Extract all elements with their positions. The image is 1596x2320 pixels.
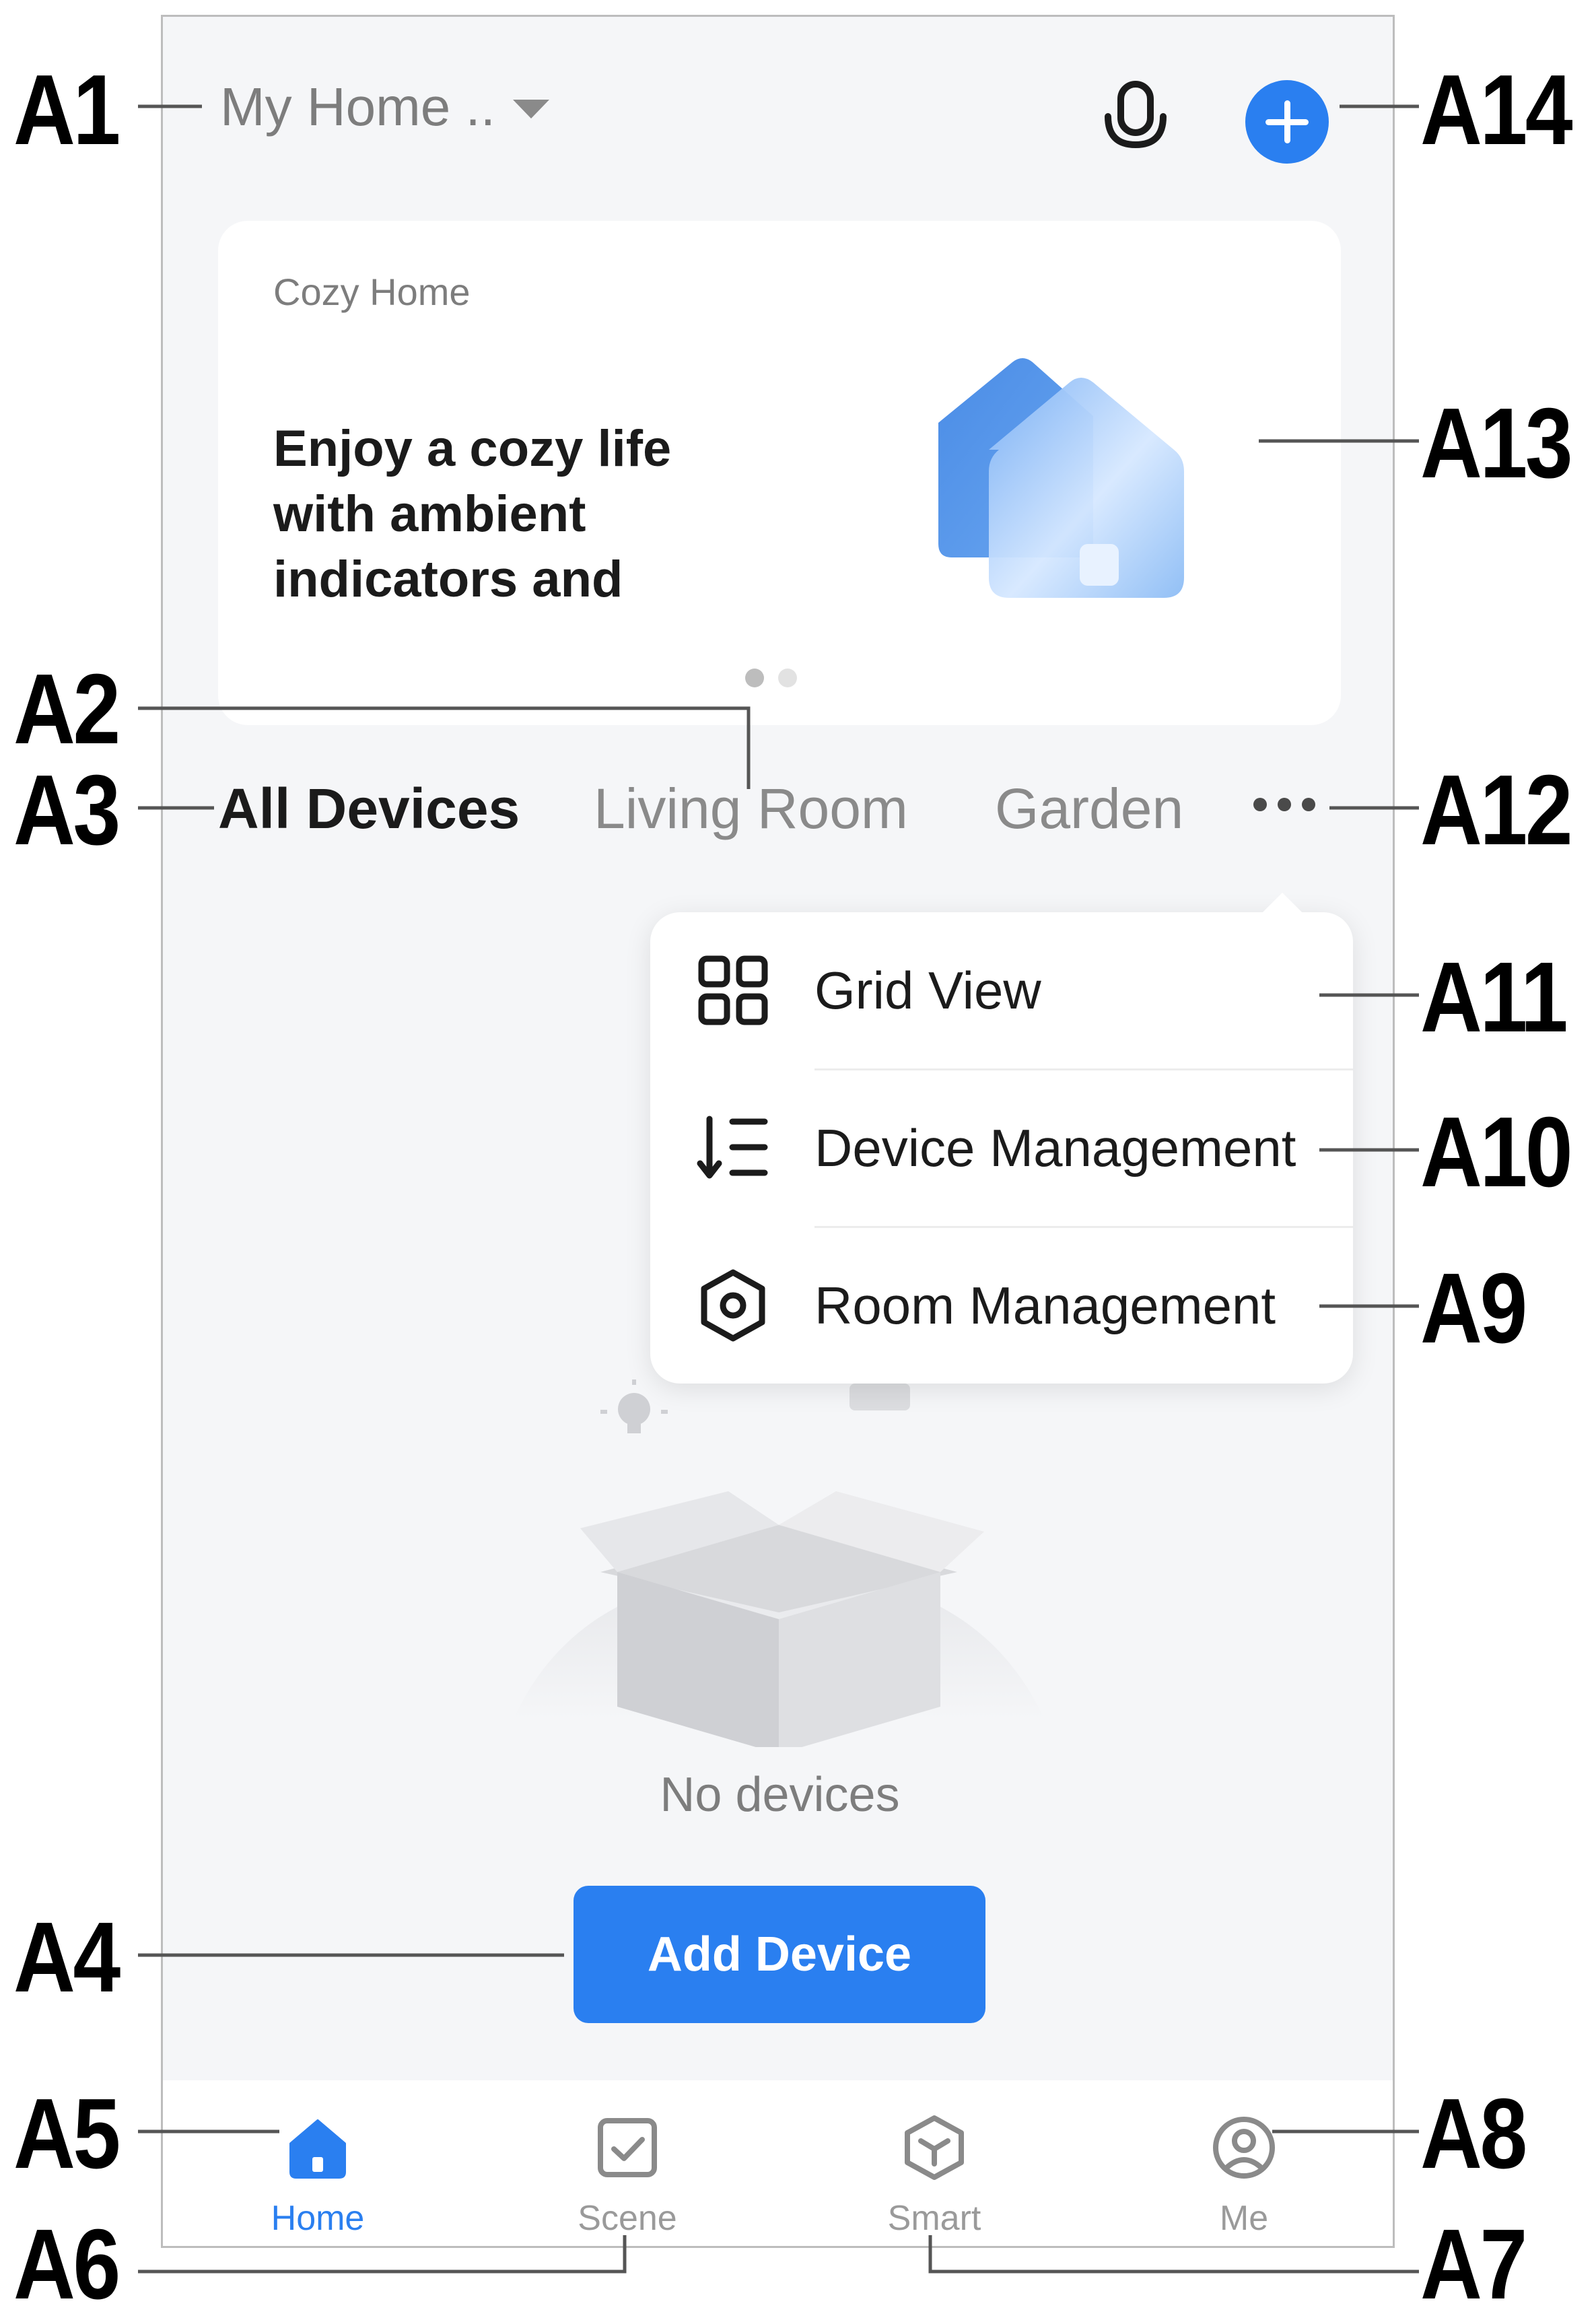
grid-icon bbox=[695, 952, 771, 1029]
menu-grid-view[interactable]: Grid View bbox=[650, 912, 1353, 1068]
menu-room-management[interactable]: Room Management bbox=[650, 1227, 1353, 1384]
callout-a6: A6 bbox=[13, 2209, 120, 2320]
nav-label: Me bbox=[1219, 2199, 1269, 2238]
phone-screen: My Home .. Cozy Home Enjoy a cozy life w… bbox=[161, 15, 1395, 2248]
banner-label: Cozy Home bbox=[273, 271, 471, 313]
nav-label: Smart bbox=[887, 2199, 981, 2238]
callout-a11: A11 bbox=[1420, 942, 1568, 1053]
callout-a13: A13 bbox=[1420, 388, 1573, 499]
callout-a12: A12 bbox=[1420, 755, 1573, 866]
menu-label: Device Management bbox=[814, 1118, 1296, 1178]
callout-a2: A2 bbox=[13, 654, 120, 765]
empty-box-illustration bbox=[499, 1370, 1058, 1754]
home-name: My Home .. bbox=[220, 77, 495, 137]
nav-label: Scene bbox=[578, 2199, 677, 2238]
bottom-nav: Home Scene Smart Me bbox=[163, 2080, 1393, 2246]
banner-headline: Enjoy a cozy life with ambient indicator… bbox=[273, 420, 672, 608]
add-device-button[interactable]: Add Device bbox=[574, 1886, 985, 2023]
callout-a4: A4 bbox=[13, 1902, 120, 2013]
banner-card[interactable]: Cozy Home Enjoy a cozy life with ambient… bbox=[218, 221, 1341, 725]
home-selector[interactable]: My Home .. bbox=[220, 76, 549, 138]
home-icon bbox=[284, 2114, 351, 2181]
callout-a1: A1 bbox=[13, 55, 120, 166]
tab-all-devices[interactable]: All Devices bbox=[218, 776, 520, 842]
more-horizontal-icon[interactable] bbox=[1253, 791, 1321, 818]
carousel-dot-active[interactable] bbox=[745, 669, 764, 687]
nav-me[interactable]: Me bbox=[1143, 2080, 1345, 2246]
hexagon-settings-icon bbox=[695, 1267, 771, 1344]
options-popup: Grid View Device Management Room Managem… bbox=[650, 892, 1353, 1384]
nav-smart[interactable]: Smart bbox=[833, 2080, 1035, 2246]
callout-a10: A10 bbox=[1420, 1097, 1573, 1208]
caret-down-icon bbox=[512, 100, 549, 118]
add-button[interactable] bbox=[1245, 80, 1329, 164]
user-icon bbox=[1210, 2114, 1278, 2181]
checkbox-icon bbox=[594, 2114, 661, 2181]
callout-a8: A8 bbox=[1420, 2078, 1527, 2189]
nav-scene[interactable]: Scene bbox=[526, 2080, 728, 2246]
cube-icon bbox=[901, 2114, 968, 2181]
callout-a7: A7 bbox=[1420, 2209, 1527, 2320]
nav-home[interactable]: Home bbox=[217, 2080, 419, 2246]
microphone-icon[interactable] bbox=[1099, 79, 1173, 160]
callout-a5: A5 bbox=[13, 2078, 120, 2189]
menu-device-management[interactable]: Device Management bbox=[650, 1070, 1353, 1226]
menu-label: Room Management bbox=[814, 1275, 1276, 1335]
callout-a14: A14 bbox=[1420, 55, 1573, 166]
menu-label: Grid View bbox=[814, 960, 1041, 1020]
nav-label: Home bbox=[271, 2199, 365, 2238]
sort-list-icon bbox=[695, 1110, 771, 1186]
tab-living-room[interactable]: Living Room bbox=[594, 776, 908, 842]
callout-a9: A9 bbox=[1420, 1253, 1527, 1364]
carousel-dot[interactable] bbox=[778, 669, 797, 687]
callout-a3: A3 bbox=[13, 755, 120, 866]
tab-garden[interactable]: Garden bbox=[995, 776, 1183, 842]
house-illustration bbox=[925, 342, 1228, 611]
empty-message: No devices bbox=[660, 1768, 900, 1822]
